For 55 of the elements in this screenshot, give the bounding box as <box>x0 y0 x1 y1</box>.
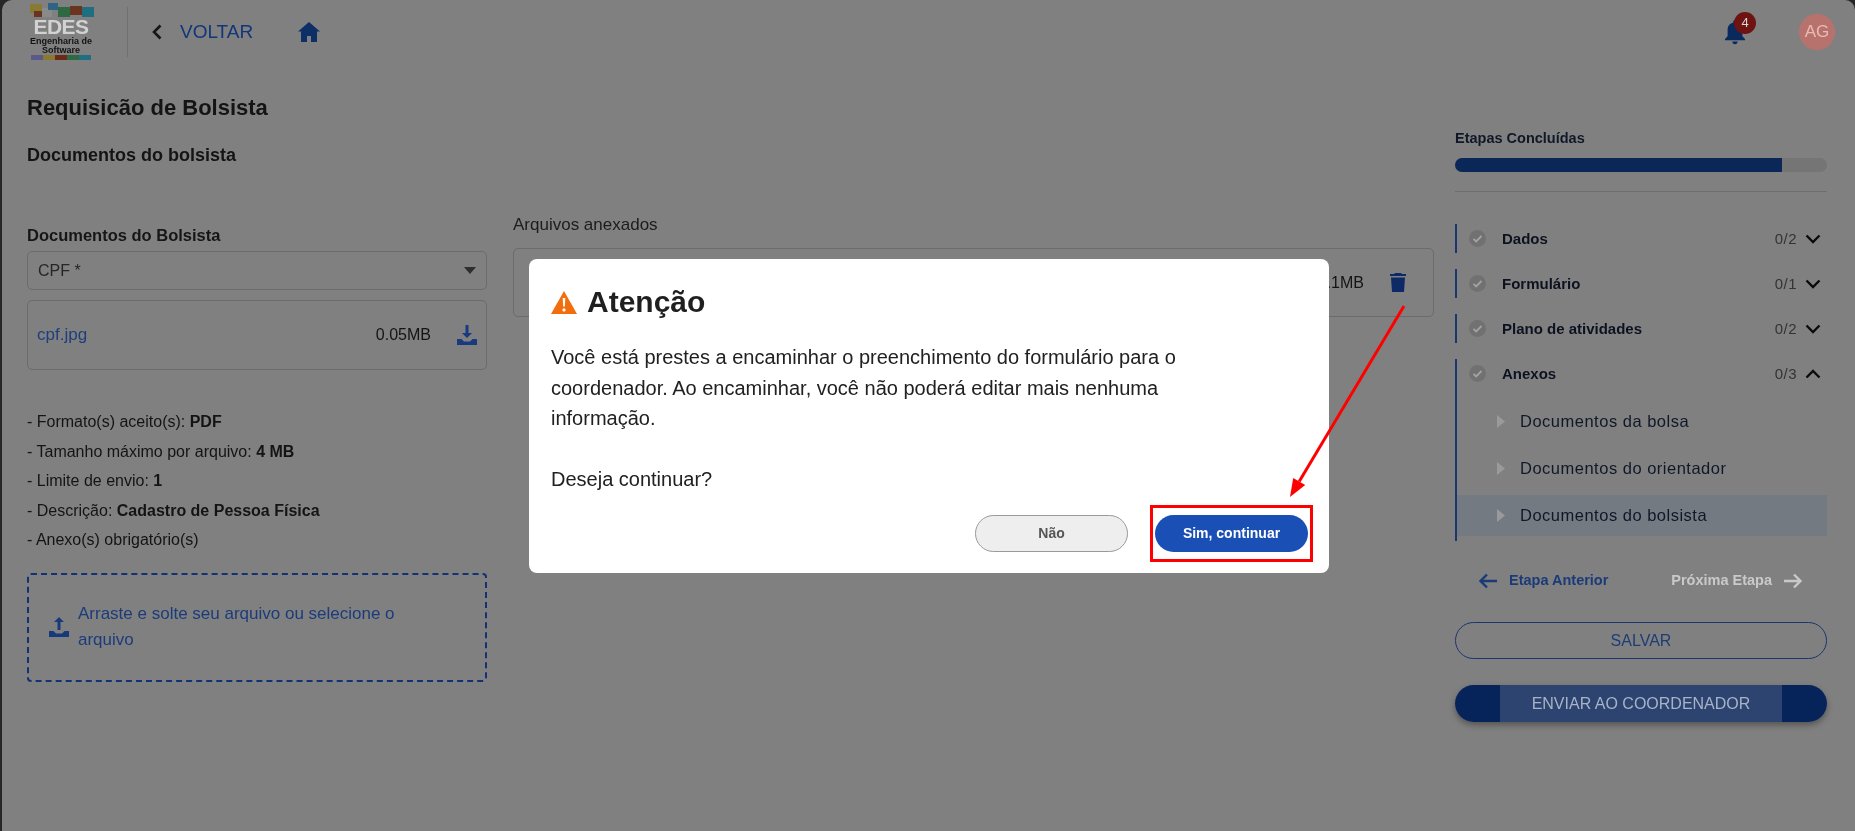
file-link[interactable]: cpf.jpg <box>37 322 88 348</box>
step-label[interactable]: Dados <box>1502 228 1775 249</box>
requirement-text: - Formato(s) aceito(s): PDF <box>27 412 223 432</box>
dialog-title: Atenção <box>587 284 706 320</box>
confirm-button[interactable]: Sim, continuar <box>1155 515 1308 552</box>
section-title: Documentos do bolsista <box>27 144 238 167</box>
dialog-question: Deseja continuar? <box>551 467 714 493</box>
logo-wordmark: EDES <box>33 17 89 37</box>
logo-stripe-drawing <box>31 55 91 60</box>
chevron-down-icon[interactable] <box>1805 323 1821 334</box>
warning-icon <box>551 290 577 314</box>
save-button[interactable]: SALVAR <box>1455 622 1827 659</box>
step-count: 0/2 <box>1774 318 1797 339</box>
logo-tagline: Engenharia de Software <box>29 37 93 55</box>
requirement-text: - Anexo(s) obrigatório(s) <box>27 530 200 551</box>
requirement-text: - Descrição: Cadastro de Pessoa Física <box>27 500 321 521</box>
page-title: Requisicão de Bolsista <box>27 95 269 121</box>
dropdown-caret-icon[interactable] <box>464 267 476 274</box>
caret-right-icon <box>1497 462 1505 475</box>
progress-title: Etapas Concluídas <box>1455 129 1586 147</box>
substep-item[interactable]: Documentos do orientador <box>1457 448 1827 489</box>
arrow-left-icon[interactable] <box>1478 573 1498 589</box>
upload-dropzone[interactable]: Arraste e solte seu arquivo ou selecione o arquivo <box>27 572 487 682</box>
caret-right-icon <box>1497 415 1505 428</box>
step-count: 0/3 <box>1774 363 1797 384</box>
dialog-message: Você está prestes a encaminhar o preenchimento do formulário para o coordenador. Ao encaminhar, você não poderá editar mais nenhuma informação. <box>551 345 1177 432</box>
logo-tiles-drawing <box>28 3 94 17</box>
field-label: Documentos do Bolsista <box>27 225 222 246</box>
document-select[interactable]: CPF * <box>27 251 487 290</box>
step-count: 0/2 <box>1774 228 1797 249</box>
home-icon[interactable] <box>298 22 321 42</box>
chevron-up-icon[interactable] <box>1805 368 1821 379</box>
requirement-text: - Tamanho máximo por arquivo: 4 MB <box>27 441 296 462</box>
step-label[interactable]: Formulário <box>1502 273 1775 294</box>
step-count: 0/1 <box>1774 273 1797 294</box>
file-size: .1MB <box>1326 272 1364 293</box>
cancel-button[interactable]: Não <box>975 515 1128 552</box>
section-label: Arquivos anexados <box>513 214 659 236</box>
caret-right-icon <box>1497 509 1505 522</box>
upload-icon[interactable] <box>49 617 69 638</box>
chevron-down-icon[interactable] <box>1805 233 1821 244</box>
chevron-left-icon[interactable] <box>152 24 162 40</box>
substep-item[interactable]: Documentos do bolsista <box>1457 495 1827 536</box>
step-label[interactable]: Plano de atividades <box>1502 318 1775 339</box>
trash-icon[interactable] <box>1390 273 1406 292</box>
step-label[interactable]: Anexos <box>1502 363 1775 384</box>
download-icon[interactable] <box>457 325 477 345</box>
chevron-down-icon[interactable] <box>1805 278 1821 289</box>
previous-step-button[interactable]: Etapa Anterior <box>1478 570 1609 592</box>
back-button[interactable]: VOLTAR <box>152 20 254 44</box>
requirement-text: - Limite de envio: 1 <box>27 471 164 492</box>
submit-button[interactable]: ENVIAR AO COORDENADOR <box>1455 685 1827 722</box>
notification-badge: 4 <box>1734 11 1756 34</box>
file-size: 0.05MB <box>375 325 431 345</box>
substep-item[interactable]: Documentos da bolsa <box>1457 401 1827 442</box>
